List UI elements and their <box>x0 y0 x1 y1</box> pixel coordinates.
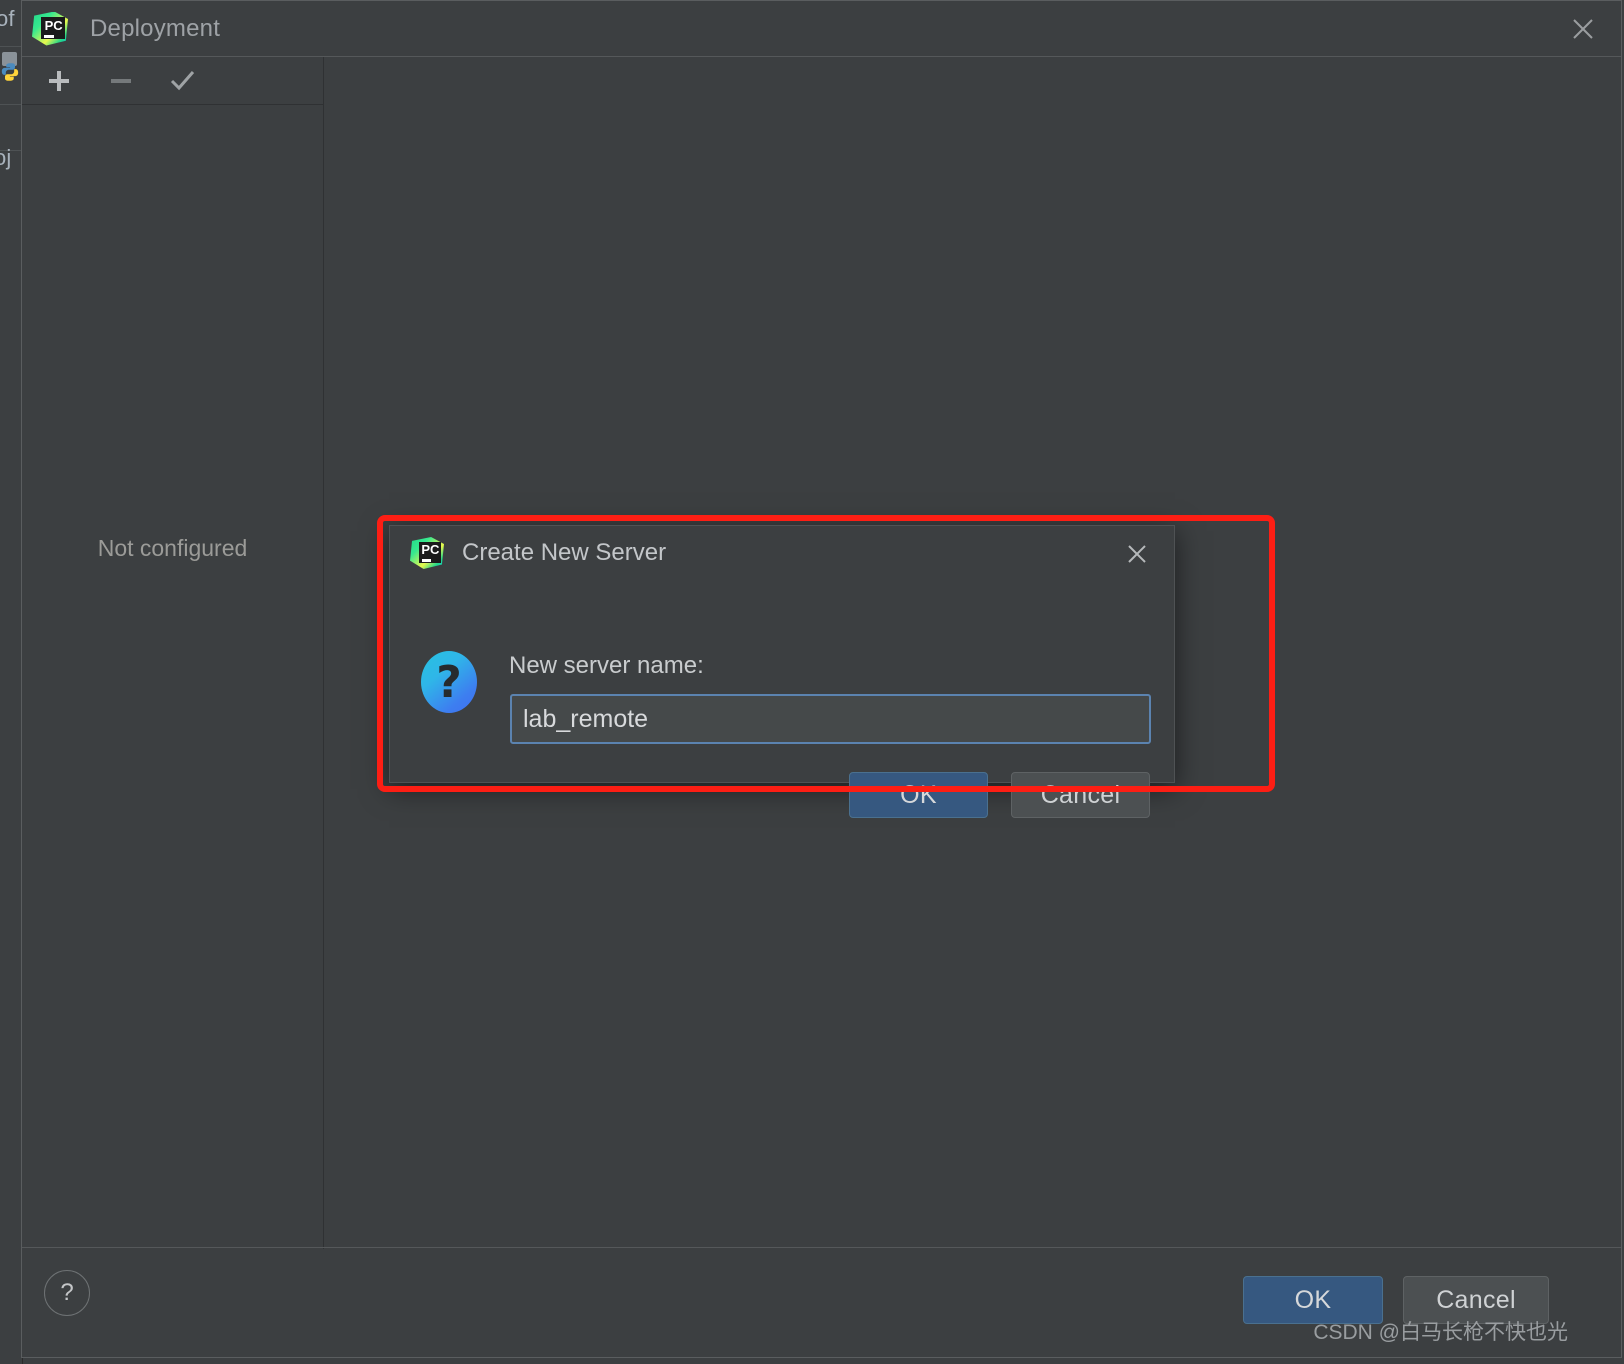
close-icon[interactable] <box>1563 9 1603 49</box>
watermark: CSDN @白马长枪不快也光 <box>1313 1321 1568 1344</box>
python-icon <box>1 63 19 81</box>
set-default-server-button[interactable] <box>166 64 200 98</box>
dialog-title: Create New Server <box>462 539 667 566</box>
pycharm-icon: PC <box>410 537 444 569</box>
pycharm-icon: PC <box>32 11 68 46</box>
close-glyph <box>1573 19 1593 39</box>
window-title: Deployment <box>90 14 221 42</box>
close-glyph <box>1128 545 1146 563</box>
dialog-content: ? New server name: OK Cancel <box>390 580 1174 818</box>
dialog-ok-button[interactable]: OK <box>849 772 988 818</box>
check-icon <box>170 70 195 90</box>
new-server-name-input[interactable] <box>510 694 1151 744</box>
create-new-server-dialog: PC Create New Server ? New server name: … <box>389 525 1175 818</box>
backdrop-divider-2 <box>0 104 22 105</box>
minus-icon <box>111 78 131 83</box>
plus-icon <box>49 70 69 91</box>
servers-list[interactable]: Not configured <box>22 105 323 1248</box>
backdrop-text-top: of <box>0 6 15 31</box>
servers-toolbar <box>22 57 323 105</box>
backdrop-text-mid: oj <box>0 145 12 170</box>
servers-panel: Not configured <box>22 57 324 1249</box>
close-icon[interactable] <box>1120 537 1154 571</box>
new-server-name-label: New server name: <box>509 652 704 679</box>
ide-left-strip <box>0 0 23 1364</box>
dialog-cancel-button[interactable]: Cancel <box>1011 772 1150 818</box>
question-mark-icon: ? <box>421 651 477 713</box>
remove-server-button[interactable] <box>104 64 138 98</box>
empty-state-label: Not configured <box>97 535 248 561</box>
deployment-titlebar: PC Deployment <box>22 1 1621 57</box>
add-server-button[interactable] <box>42 64 76 98</box>
help-button[interactable]: ? <box>44 1270 90 1316</box>
dialog-titlebar: PC Create New Server <box>390 526 1174 580</box>
backdrop-divider-1 <box>0 46 22 47</box>
